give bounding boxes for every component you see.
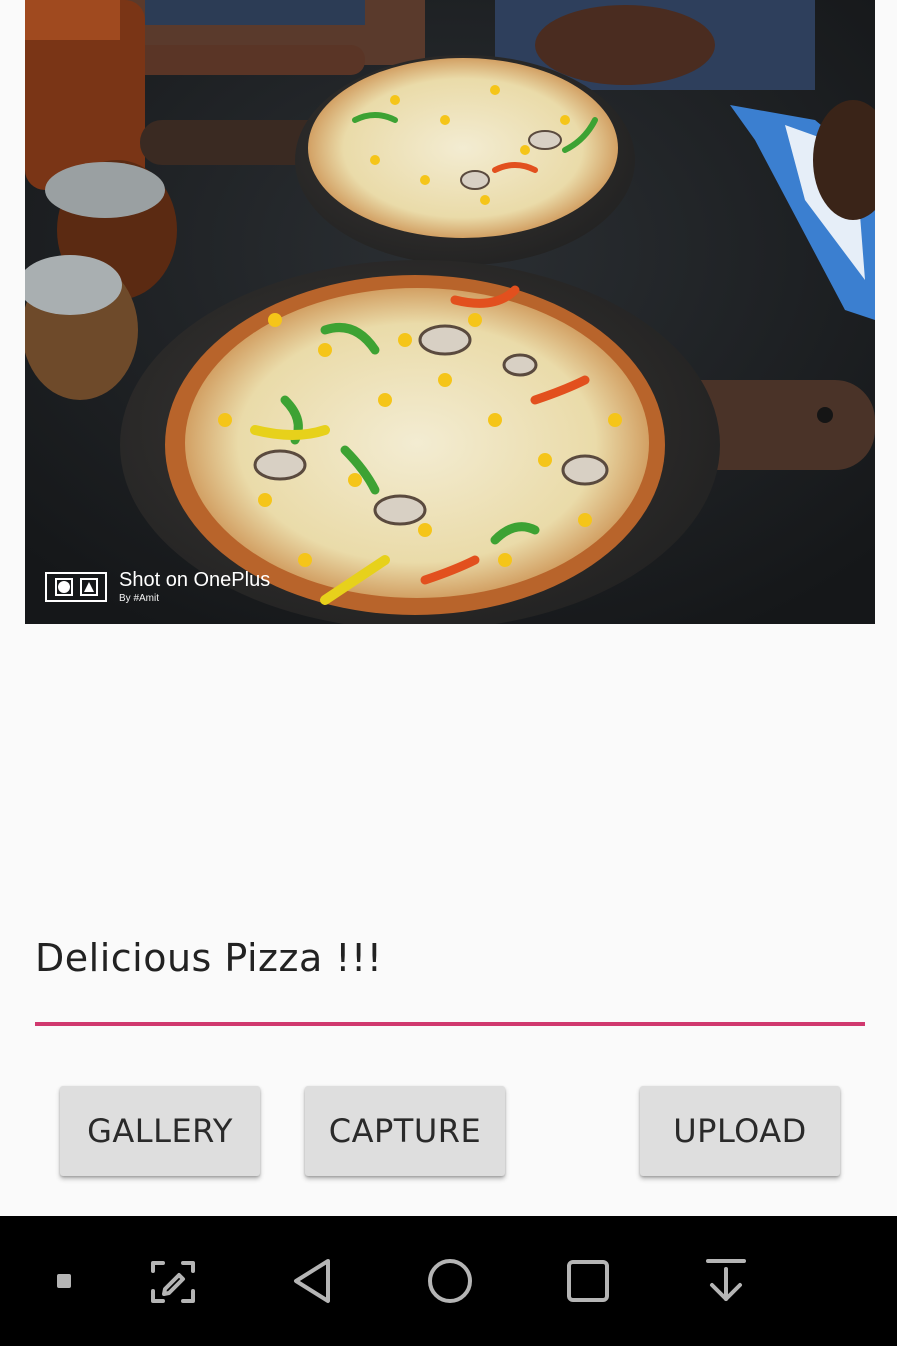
caption-input-underline (35, 1022, 865, 1026)
oneplus-camera-logo-icon (45, 572, 107, 602)
back-icon[interactable] (276, 1216, 348, 1346)
caption-input-value[interactable]: Delicious Pizza !!! (35, 936, 383, 980)
recents-icon[interactable] (552, 1216, 624, 1346)
square-dot-icon[interactable] (34, 1216, 94, 1346)
pizza-photo-image (25, 0, 875, 624)
pizza-photo: Shot on OnePlus By #Amit (25, 0, 875, 624)
home-icon[interactable] (414, 1216, 486, 1346)
gallery-button[interactable]: GALLERY (60, 1086, 260, 1176)
watermark-main-text: Shot on OnePlus (119, 569, 271, 591)
navigation-bar (0, 1216, 897, 1346)
capture-button[interactable]: CAPTURE (305, 1086, 505, 1176)
caption-input[interactable]: Delicious Pizza !!! (35, 930, 865, 1028)
watermark-sub-text: By #Amit (119, 593, 160, 604)
screenshot-edit-icon[interactable] (137, 1216, 209, 1346)
watermark: Shot on OnePlus By #Amit (45, 568, 270, 606)
notification-pull-icon[interactable] (690, 1216, 762, 1346)
upload-button[interactable]: UPLOAD (640, 1086, 840, 1176)
